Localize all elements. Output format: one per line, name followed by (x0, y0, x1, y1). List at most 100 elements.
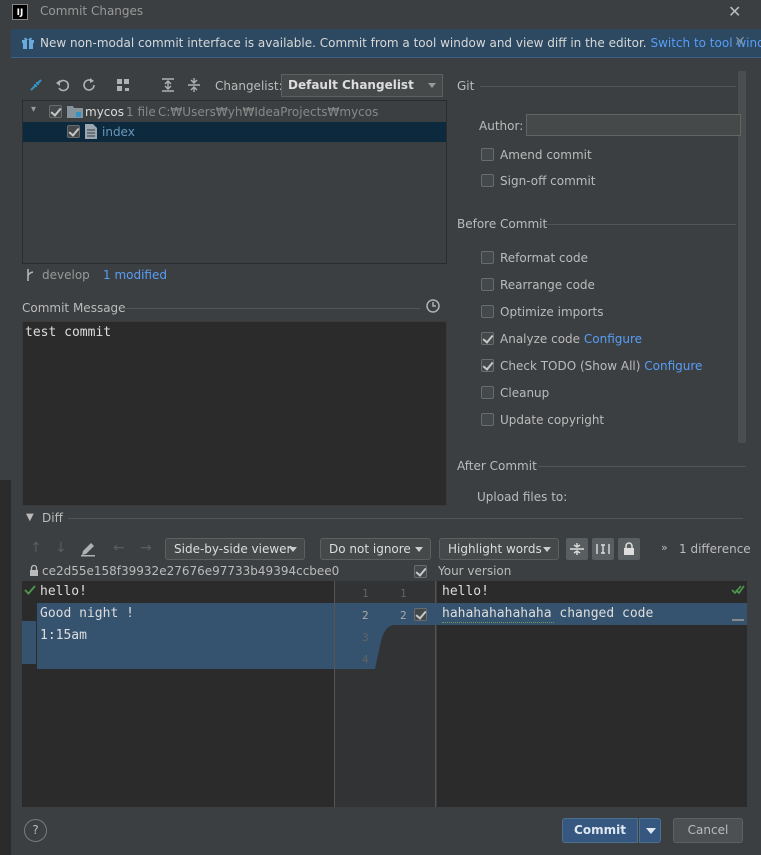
author-label: Author: (479, 119, 524, 133)
file-checkbox[interactable] (67, 125, 80, 138)
code-line: hahahahahahaha changed code (442, 606, 654, 621)
error-stripe-marker (732, 619, 744, 621)
optimize-imports-checkbox[interactable] (481, 305, 494, 318)
check-todo-label: Check TODO (Show All) Configure (500, 359, 702, 373)
next-difference-icon[interactable]: ↓ (55, 540, 67, 556)
code-line: Good night ! (40, 606, 134, 621)
changelist-value: Default Changelist (288, 78, 414, 92)
changelist-dropdown[interactable]: Default Changelist (281, 74, 443, 97)
close-icon[interactable]: ✕ (728, 2, 741, 21)
line-number: 1 (400, 587, 407, 600)
file-icon (85, 124, 97, 139)
divider (68, 518, 743, 519)
tree-row-root[interactable]: ▾ mycos 1 file C:₩Users₩yh₩IdeaProjects₩… (23, 102, 446, 122)
lock-icon (30, 565, 38, 576)
modified-count-link[interactable]: 1 modified (103, 268, 167, 282)
reformat-code-checkbox[interactable] (481, 251, 494, 264)
collapse-unchanged-button[interactable] (566, 538, 588, 560)
left-revision-title: ce2d55e158f39932e27676e97733b49394ccbee0 (42, 564, 340, 578)
chevron-down-icon (428, 83, 436, 88)
change-marker (22, 621, 36, 664)
branch-name: develop (42, 268, 90, 282)
more-actions-icon[interactable]: » (661, 541, 668, 554)
cleanup-label: Cleanup (500, 386, 550, 400)
root-file-count: 1 file (126, 105, 156, 119)
viewer-mode-dropdown[interactable]: Side-by-side viewer (165, 538, 305, 560)
banner-text: New non-modal commit interface is availa… (40, 36, 647, 50)
expand-all-icon[interactable] (160, 77, 176, 93)
diff-section-title[interactable]: Diff (42, 511, 63, 525)
update-copyright-checkbox[interactable] (481, 413, 494, 426)
cleanup-checkbox[interactable] (481, 386, 494, 399)
intellij-logo-icon: IJ (12, 4, 28, 20)
history-clock-icon[interactable] (426, 299, 440, 313)
amend-commit-checkbox[interactable] (481, 148, 494, 161)
highlight-mode-dropdown[interactable]: Highlight words (439, 538, 559, 560)
group-by-icon[interactable] (116, 77, 132, 93)
sync-scroll-icon (596, 544, 610, 554)
diff-left-pane[interactable]: hello! Good night ! 1:15am (22, 581, 334, 807)
refresh-icon[interactable] (81, 77, 97, 93)
rollback-icon[interactable] (55, 77, 71, 93)
commit-message-label: Commit Message (22, 301, 126, 315)
include-change-checkbox[interactable] (414, 608, 427, 621)
collapse-all-icon[interactable] (186, 77, 202, 93)
rearrange-code-label: Rearrange code (500, 278, 595, 292)
commit-options-dropdown[interactable] (639, 818, 661, 843)
back-arrow-icon[interactable]: ← (113, 540, 125, 556)
check-icon (24, 585, 36, 595)
notification-banner: New non-modal commit interface is availa… (11, 29, 761, 58)
diff-right-pane[interactable]: hello! hahahahahahaha changed code (437, 581, 747, 807)
chevron-down-icon (415, 547, 423, 552)
analyze-configure-link[interactable]: Configure (584, 332, 642, 346)
edit-pencil-icon[interactable] (80, 541, 96, 557)
lock-button[interactable] (618, 538, 640, 560)
sync-scroll-button[interactable] (592, 538, 614, 560)
cancel-button[interactable]: Cancel (673, 818, 743, 843)
viewer-mode-value: Side-by-side viewer (174, 542, 292, 556)
git-section-title: Git (457, 79, 475, 93)
todo-configure-link[interactable]: Configure (644, 359, 702, 373)
right-version-title: Your version (438, 564, 512, 578)
ignore-whitespace-dropdown[interactable]: Do not ignore (320, 538, 431, 560)
after-commit-title: After Commit (457, 459, 537, 473)
forward-arrow-icon[interactable]: → (140, 540, 152, 556)
author-input[interactable] (526, 114, 741, 136)
background-editor-edge (0, 480, 11, 855)
expand-collapse-arrows-icon[interactable] (28, 77, 44, 93)
signoff-commit-checkbox[interactable] (481, 174, 494, 187)
code-line: hello! (40, 584, 87, 599)
analyze-code-checkbox[interactable] (481, 332, 494, 345)
commit-message-input[interactable]: test commit (22, 321, 447, 506)
include-all-changes-checkbox[interactable] (414, 565, 427, 578)
banner-close-icon[interactable]: ✕ (734, 34, 746, 50)
highlight-value: Highlight words (448, 542, 542, 556)
root-folder-name: mycos (85, 105, 124, 119)
check-todo-text: Check TODO (Show All) (500, 359, 641, 373)
code-line: hello! (442, 584, 489, 599)
folder-icon (67, 106, 83, 118)
divider (545, 224, 736, 225)
root-path: C:₩Users₩yh₩IdeaProjects₩mycos (158, 105, 379, 119)
banner-message: New non-modal commit interface is availa… (40, 36, 761, 50)
help-button[interactable]: ? (24, 819, 47, 842)
changes-tree: ▾ mycos 1 file C:₩Users₩yh₩IdeaProjects₩… (22, 100, 447, 264)
chevron-down-icon[interactable]: ▾ (31, 104, 36, 115)
divider (538, 466, 746, 467)
commit-button[interactable]: Commit (562, 818, 638, 843)
root-checkbox[interactable] (49, 105, 62, 118)
update-copyright-label: Update copyright (500, 413, 605, 427)
tree-row-selected[interactable]: index (23, 122, 446, 142)
chevron-down-icon[interactable]: ▼ (26, 512, 34, 523)
background-window-edge (0, 24, 11, 480)
previous-difference-icon[interactable]: ↑ (30, 540, 42, 556)
line-number: 2 (400, 609, 407, 622)
check-todo-checkbox[interactable] (481, 359, 494, 372)
chevron-down-icon (543, 547, 551, 552)
window-title: Commit Changes (40, 4, 144, 18)
rearrange-code-checkbox[interactable] (481, 278, 494, 291)
code-line: 1:15am (40, 628, 87, 643)
double-check-icon (731, 585, 745, 595)
line-number: 1 (362, 587, 369, 600)
amend-commit-label: Amend commit (500, 148, 592, 162)
